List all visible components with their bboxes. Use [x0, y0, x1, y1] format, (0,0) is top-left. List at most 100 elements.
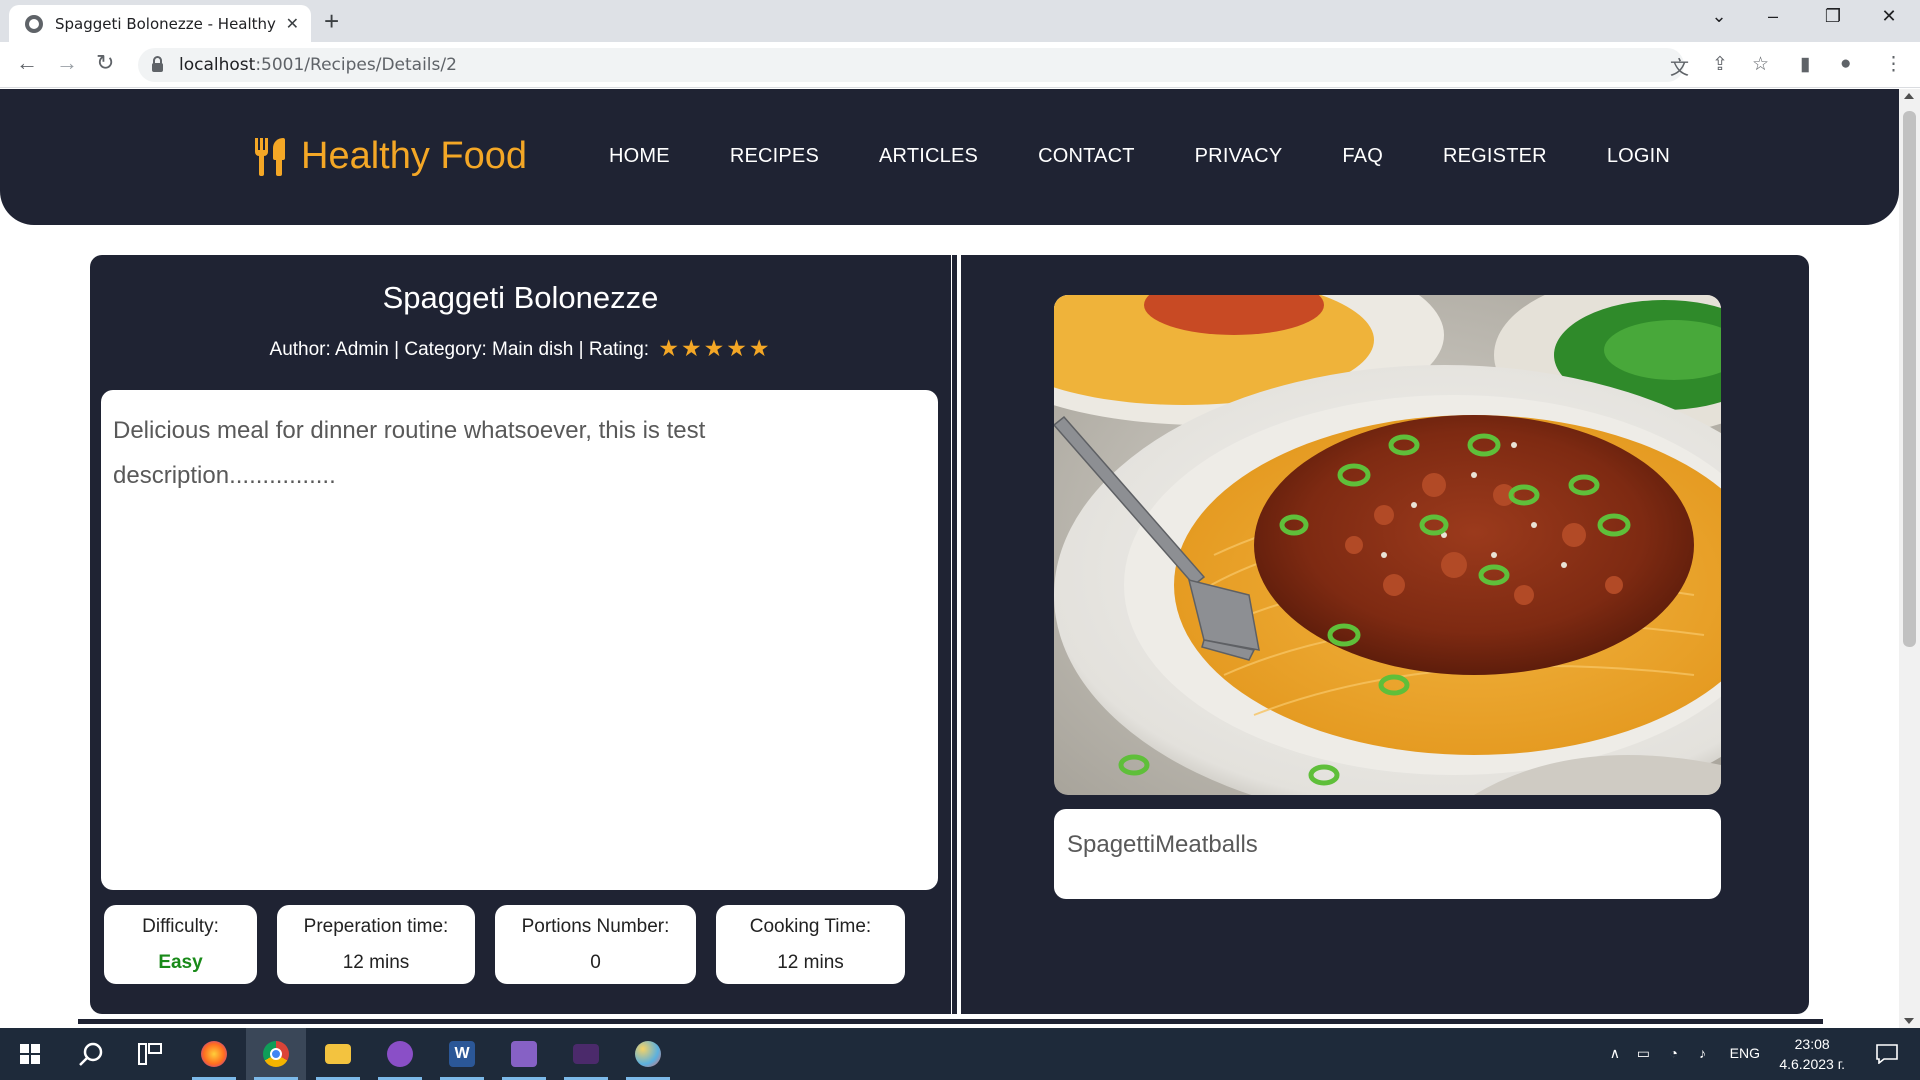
bottom-divider	[78, 1019, 1823, 1024]
close-tab-icon[interactable]: ✕	[286, 14, 299, 34]
profile-icon[interactable]: ●	[1840, 53, 1851, 75]
task-view-button[interactable]	[120, 1028, 180, 1080]
brand-name: Healthy Food	[301, 135, 528, 177]
author-label: Author:	[269, 339, 331, 360]
meta-separator: |	[394, 339, 400, 360]
meta-separator: |	[578, 339, 584, 360]
volume-icon[interactable]: ♪	[1699, 1045, 1706, 1061]
stat-value: 0	[590, 952, 601, 973]
stat-cooking-time: Cooking Time: 12 mins	[716, 905, 905, 984]
author-value: Admin	[335, 339, 389, 360]
github-desktop-icon	[387, 1041, 413, 1067]
tab-search-icon[interactable]: ⌄	[1696, 6, 1742, 27]
search-icon	[79, 1042, 103, 1066]
file-explorer-icon	[325, 1044, 351, 1064]
nav-register[interactable]: REGISTER	[1443, 145, 1547, 168]
taskbar-app[interactable]	[308, 1028, 368, 1080]
lock-icon	[152, 55, 163, 72]
taskbar-app[interactable]	[494, 1028, 554, 1080]
category-value: Main dish	[492, 339, 574, 360]
address-bar[interactable]: localhost:5001/Recipes/Details/2	[138, 48, 1684, 82]
nav-login[interactable]: LOGIN	[1607, 145, 1670, 168]
language-indicator[interactable]: ENG	[1730, 1045, 1760, 1061]
nav-contact[interactable]: CONTACT	[1038, 145, 1135, 168]
stat-label: Cooking Time:	[749, 916, 872, 937]
browser-toolbar: ← → ↻ localhost:5001/Recipes/Details/2 文…	[0, 42, 1920, 88]
taskbar-app[interactable]	[618, 1028, 678, 1080]
browser-tab-strip: Spaggeti Bolonezze - Healthy Food ✕ + ⌄ …	[0, 0, 1920, 42]
system-clock[interactable]: 23:08 4.6.2023 г.	[1779, 1034, 1845, 1074]
recipe-title: Spaggeti Bolonezze	[382, 280, 659, 315]
side-panel-icon[interactable]: ▮	[1800, 53, 1810, 76]
star-icon: ★	[726, 335, 749, 361]
chevron-up-icon[interactable]: ∧	[1610, 1045, 1620, 1062]
stat-label: Difficulty:	[142, 916, 219, 937]
nav-faq[interactable]: FAQ	[1342, 145, 1383, 168]
image-caption: SpagettiMeatballs	[1054, 809, 1721, 899]
firefox-icon	[201, 1041, 227, 1067]
nav-articles[interactable]: ARTICLES	[879, 145, 978, 168]
search-button[interactable]	[60, 1028, 120, 1080]
url-host: localhost	[179, 55, 256, 75]
recipe-photo	[1054, 295, 1721, 795]
taskbar-app[interactable]	[556, 1028, 616, 1080]
start-button[interactable]	[0, 1028, 60, 1080]
star-icon: ★	[703, 335, 727, 361]
star-icon: ★	[680, 335, 704, 361]
back-button[interactable]: ←	[16, 50, 38, 76]
browser-menu-icon[interactable]: ⋮	[1884, 53, 1903, 76]
forward-button[interactable]: →	[56, 50, 78, 76]
battery-icon[interactable]: ▭	[1637, 1045, 1650, 1062]
site-header: Healthy Food HOME RECIPES ARTICLES CONTA…	[0, 89, 1899, 225]
stat-label: Preperation time:	[303, 916, 449, 937]
category-label: Category:	[404, 339, 487, 360]
star-icon: ★	[658, 335, 681, 361]
browser-tab[interactable]: Spaggeti Bolonezze - Healthy Food ✕	[9, 5, 311, 42]
recipe-info-panel: Spaggeti Bolonezze Author: Admin | Categ…	[90, 255, 951, 1014]
stat-portions-number: Portions Number: 0	[495, 905, 696, 984]
stat-difficulty: Difficulty: Easy	[104, 905, 257, 984]
clock-time: 23:08	[1794, 1036, 1830, 1052]
wifi-icon[interactable]: ◔	[1670, 1045, 1678, 1061]
restore-button[interactable]: ❐	[1810, 6, 1856, 27]
close-window-button[interactable]: ✕	[1866, 6, 1912, 27]
reload-button[interactable]: ↻	[96, 50, 114, 76]
taskbar: W ∧ ▭ ◔ ♪ ENG 23:08 4.6.2023 г.	[0, 1028, 1920, 1080]
recipe-image-panel: SpagettiMeatballs	[966, 255, 1809, 1014]
nav-privacy[interactable]: PRIVACY	[1195, 145, 1283, 168]
paint-icon	[635, 1041, 661, 1067]
taskbar-app[interactable]	[184, 1028, 244, 1080]
notification-icon[interactable]	[1876, 1044, 1898, 1064]
recipe-description: Delicious meal for dinner routine whatso…	[101, 390, 938, 890]
globe-icon	[25, 14, 43, 33]
taskbar-app[interactable]	[370, 1028, 430, 1080]
terminal-icon	[573, 1044, 599, 1064]
taskbar-app[interactable]: W	[432, 1028, 492, 1080]
translate-icon[interactable]: 文	[1670, 53, 1689, 80]
windows-icon	[20, 1044, 40, 1064]
page-scrollbar[interactable]	[1899, 89, 1920, 1028]
word-icon: W	[449, 1041, 475, 1067]
share-icon[interactable]: ⇪	[1712, 53, 1728, 76]
site-brand[interactable]: Healthy Food	[255, 135, 527, 178]
rating-label: Rating:	[588, 339, 650, 360]
nav-recipes[interactable]: RECIPES	[730, 145, 819, 168]
fork-knife-icon	[255, 137, 287, 176]
new-tab-button[interactable]: +	[324, 6, 339, 37]
scrollbar-thumb[interactable]	[1903, 111, 1916, 647]
minimize-button[interactable]: –	[1750, 6, 1796, 27]
scroll-down-icon[interactable]	[1904, 1018, 1914, 1024]
taskbar-app[interactable]	[246, 1028, 306, 1080]
visual-studio-icon	[511, 1041, 537, 1067]
star-icon: ★	[748, 335, 772, 361]
rating-stars: ★★★★★	[658, 335, 771, 362]
recipe-meta: Author: Admin | Category: Main dish | Ra…	[90, 335, 951, 362]
bookmark-star-icon[interactable]: ☆	[1752, 53, 1769, 76]
scroll-up-icon[interactable]	[1904, 93, 1914, 99]
nav-home[interactable]: HOME	[609, 145, 670, 168]
stat-value: 12 mins	[342, 952, 410, 973]
stat-value: Easy	[158, 952, 203, 973]
task-view-icon	[138, 1043, 162, 1065]
stat-preparation-time: Preperation time: 12 mins	[277, 905, 475, 984]
panel-divider	[952, 255, 957, 1014]
